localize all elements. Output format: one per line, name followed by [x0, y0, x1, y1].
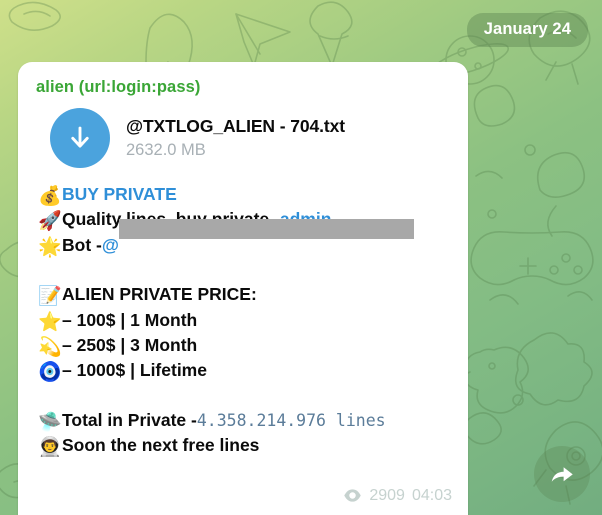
price-header-text: ALIEN PRIVATE PRICE:: [62, 284, 257, 305]
line-price-header: 📝 ALIEN PRIVATE PRICE:: [38, 282, 450, 307]
forward-button[interactable]: [534, 446, 590, 502]
line-total: 🛸 Total in Private - 4.358.214.976 lines: [38, 408, 450, 433]
view-count: 2909: [369, 486, 405, 504]
price-lifetime-text: – 1000$ | Lifetime: [62, 360, 207, 381]
astronaut-emoji: 👨‍🚀: [38, 436, 62, 458]
file-name: @TXTLOG_ALIEN - 704.txt: [126, 116, 345, 136]
line-price-lifetime: 🧿 – 1000$ | Lifetime: [38, 358, 450, 383]
line-price-1month: ⭐ – 100$ | 1 Month: [38, 308, 450, 333]
line-buy-private: 💰 BUY PRIVATE: [38, 182, 450, 207]
orange-star-emoji: ⭐: [38, 310, 62, 333]
buy-private-label[interactable]: BUY PRIVATE: [62, 182, 177, 207]
download-arrow-icon: [71, 126, 89, 148]
line-soon: 👨‍🚀 Soon the next free lines: [38, 433, 450, 458]
eye-amulet-emoji: 🧿: [38, 361, 62, 384]
redaction-bar: [118, 218, 414, 239]
at-symbol: @: [101, 234, 119, 255]
forward-arrow-icon: [551, 467, 573, 482]
line-bot: 🌟 Bot - @ redacted-bot-handle: [38, 218, 450, 258]
money-bag-emoji: 💰: [38, 185, 62, 207]
message-text: 💰 BUY PRIVATE 🚀 Quality lines, buy priva…: [38, 182, 450, 458]
bot-handle-redacted: redacted-bot-handle: [118, 218, 414, 258]
blue-star-emoji: 💫: [38, 335, 62, 358]
total-lines-count: 4.358.214.976 lines: [196, 410, 386, 430]
file-attachment[interactable]: @TXTLOG_ALIEN - 704.txt 2632.0 MB: [50, 108, 450, 168]
line-price-3month: 💫 – 250$ | 3 Month: [38, 333, 450, 358]
price-1month-text: – 100$ | 1 Month: [62, 309, 198, 330]
bot-text: Bot -: [62, 234, 102, 255]
message-meta: 2909 04:03: [343, 486, 452, 505]
message-bubble[interactable]: alien (url:login:pass) @TXTLOG_ALIEN - 7…: [18, 62, 468, 515]
soon-text: Soon the next free lines: [62, 435, 260, 455]
eye-icon: [343, 486, 362, 505]
file-size: 2632.0 MB: [126, 141, 206, 159]
message-time: 04:03: [411, 486, 452, 504]
ufo-emoji: 🛸: [38, 410, 62, 433]
file-meta: @TXTLOG_ALIEN - 704.txt 2632.0 MB: [126, 116, 345, 160]
memo-emoji: 📝: [38, 285, 62, 308]
channel-title: alien (url:login:pass): [36, 78, 201, 96]
rocket-emoji: 🚀: [38, 210, 62, 233]
price-3month-text: – 250$ | 3 Month: [62, 334, 198, 355]
total-label: Total in Private -: [62, 409, 197, 430]
download-button[interactable]: [50, 108, 110, 168]
glowing-star-emoji: 🌟: [38, 235, 62, 258]
date-badge: January 24: [466, 13, 588, 47]
